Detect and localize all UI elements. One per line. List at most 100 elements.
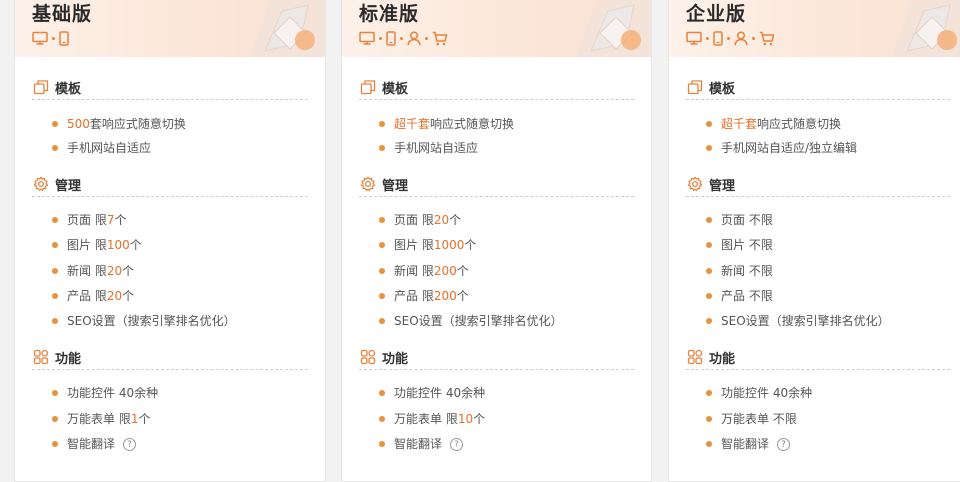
list-item: SEO设置（搜索引擎排名优化） bbox=[706, 313, 890, 329]
bullet-icon bbox=[52, 292, 58, 299]
separator-dot bbox=[425, 36, 428, 40]
mobile-icon bbox=[713, 30, 723, 46]
bullet-icon bbox=[52, 390, 58, 396]
list-item: 智能翻译? bbox=[52, 436, 137, 452]
section-header: 管理 bbox=[686, 172, 950, 197]
item-text: 智能翻译 bbox=[67, 437, 116, 452]
bullet-icon bbox=[52, 121, 58, 127]
desktop-icon bbox=[359, 31, 375, 45]
section-title: 功能 bbox=[382, 351, 409, 367]
bullet-icon bbox=[379, 217, 385, 223]
section-title: 模板 bbox=[382, 81, 409, 97]
grid-icon bbox=[360, 349, 376, 365]
item-suffix: 响应式随意切换 bbox=[757, 117, 842, 131]
grid-icon bbox=[33, 349, 49, 365]
list-item: 页面 不限 bbox=[706, 212, 773, 228]
item-text: 功能控件 40余种 bbox=[394, 386, 486, 400]
bullet-icon bbox=[52, 415, 58, 422]
list-item: SEO设置（搜索引擎排名优化） bbox=[379, 313, 563, 329]
section-manage: 管理 页面 不限 图片 不限 新闻 不限 产品 不限 SEO设置（搜索引擎排名优化） bbox=[686, 172, 950, 328]
bullet-icon bbox=[52, 441, 58, 448]
template-icon bbox=[33, 80, 49, 95]
section-header: 模板 bbox=[686, 75, 950, 100]
section-features: 功能 功能控件 40余种 万能表单 限 10 个智能翻译? bbox=[359, 345, 634, 451]
section-template: 模板 500 套响应式随意切换 手机网站自适应 bbox=[32, 75, 308, 155]
item-text: 产品 限 bbox=[67, 288, 107, 303]
item-text: 页面 不限 bbox=[721, 213, 773, 227]
section-header: 功能 bbox=[359, 345, 634, 370]
bullet-icon bbox=[379, 242, 385, 249]
cart-icon bbox=[759, 31, 775, 46]
bullet-icon bbox=[706, 145, 712, 151]
list-item: 手机网站自适应 bbox=[52, 140, 151, 156]
plan-card: 基础版 模板 500 套响应式随意切换 手机网站自适应 管理 页面 限 7 个图片 限 100 个新… bbox=[14, 0, 326, 482]
section-header: 功能 bbox=[32, 345, 308, 370]
item-highlight: 1000 bbox=[433, 238, 465, 253]
mobile-icon bbox=[386, 30, 396, 46]
list-item: SEO设置（搜索引擎排名优化） bbox=[52, 313, 236, 329]
bullet-icon bbox=[379, 292, 385, 299]
plan-header: 标准版 bbox=[342, 0, 651, 57]
list-item: 超千套 响应式随意切换 bbox=[379, 116, 514, 132]
item-text: 手机网站自适应/独立编辑 bbox=[721, 141, 858, 155]
bullet-icon bbox=[52, 145, 58, 151]
help-icon[interactable]: ? bbox=[450, 437, 464, 451]
item-highlight: 500 bbox=[67, 117, 90, 131]
item-highlight: 7 bbox=[106, 213, 115, 227]
bullet-icon bbox=[706, 390, 712, 396]
list-item: 万能表单 限1个 bbox=[52, 411, 150, 427]
device-icons bbox=[32, 29, 69, 47]
list-item: 产品 限 200 个 bbox=[379, 288, 469, 304]
bullet-icon bbox=[52, 242, 58, 249]
item-highlight: 20 bbox=[106, 263, 123, 278]
gear-icon bbox=[360, 176, 376, 192]
template-icon bbox=[687, 80, 703, 95]
bullet-icon bbox=[379, 121, 385, 127]
section-features: 功能 功能控件 40余种 万能表单 不限 智能翻译? bbox=[686, 345, 950, 451]
template-icon bbox=[360, 80, 376, 95]
bullet-icon bbox=[706, 292, 712, 299]
item-text: 万能表单 限 bbox=[67, 411, 131, 426]
item-text: 新闻 限 bbox=[394, 263, 434, 278]
bullet-icon bbox=[379, 267, 385, 274]
item-text: SEO设置（搜索引擎排名优化） bbox=[394, 314, 563, 329]
list-item: 万能表单 不限 bbox=[706, 411, 797, 427]
list-item: 产品 限 20 个 bbox=[52, 288, 134, 304]
bullet-icon bbox=[379, 441, 385, 448]
item-highlight: 10 bbox=[457, 411, 474, 426]
bullet-icon bbox=[706, 217, 712, 223]
item-suffix: 个 bbox=[473, 411, 486, 426]
item-text: 智能翻译 bbox=[394, 437, 443, 452]
help-icon[interactable]: ? bbox=[777, 437, 791, 451]
list-item: 图片 限 100 个 bbox=[52, 237, 142, 253]
grid-icon bbox=[687, 349, 703, 365]
plan-card: 标准版 模板 超千套 响应式随意切换 手机网站自适应 管理 页面 限 20 个图片 限 1000 个… bbox=[341, 0, 652, 482]
gear-icon bbox=[33, 176, 49, 192]
section-header: 模板 bbox=[359, 75, 634, 100]
list-item: 图片 限 1000 个 bbox=[379, 237, 476, 253]
list-item: 功能控件 40余种 bbox=[706, 385, 812, 401]
list-item: 功能控件 40余种 bbox=[379, 385, 485, 401]
desktop-icon bbox=[686, 31, 702, 45]
user-icon bbox=[407, 30, 421, 46]
item-text: 图片 限 bbox=[394, 238, 434, 253]
device-icons bbox=[359, 29, 448, 47]
item-text: 新闻 不限 bbox=[721, 263, 773, 278]
bottom-fade bbox=[15, 459, 325, 481]
section-title: 模板 bbox=[55, 81, 82, 97]
item-suffix: 个 bbox=[449, 213, 462, 227]
bullet-icon bbox=[706, 242, 712, 249]
bullet-icon bbox=[706, 121, 712, 127]
list-item: 新闻 不限 bbox=[706, 263, 773, 279]
item-text: SEO设置（搜索引擎排名优化） bbox=[67, 314, 236, 329]
bullet-icon bbox=[706, 318, 712, 325]
cart-icon bbox=[432, 31, 448, 46]
help-icon[interactable]: ? bbox=[123, 437, 137, 451]
header-decoration bbox=[250, 0, 325, 57]
section-header: 模板 bbox=[32, 75, 308, 100]
bullet-icon bbox=[379, 390, 385, 396]
item-text: 万能表单 限 bbox=[394, 411, 458, 426]
list-item: 500 套响应式随意切换 bbox=[52, 116, 186, 132]
list-item: 智能翻译? bbox=[379, 436, 464, 452]
list-item: 产品 不限 bbox=[706, 288, 773, 304]
